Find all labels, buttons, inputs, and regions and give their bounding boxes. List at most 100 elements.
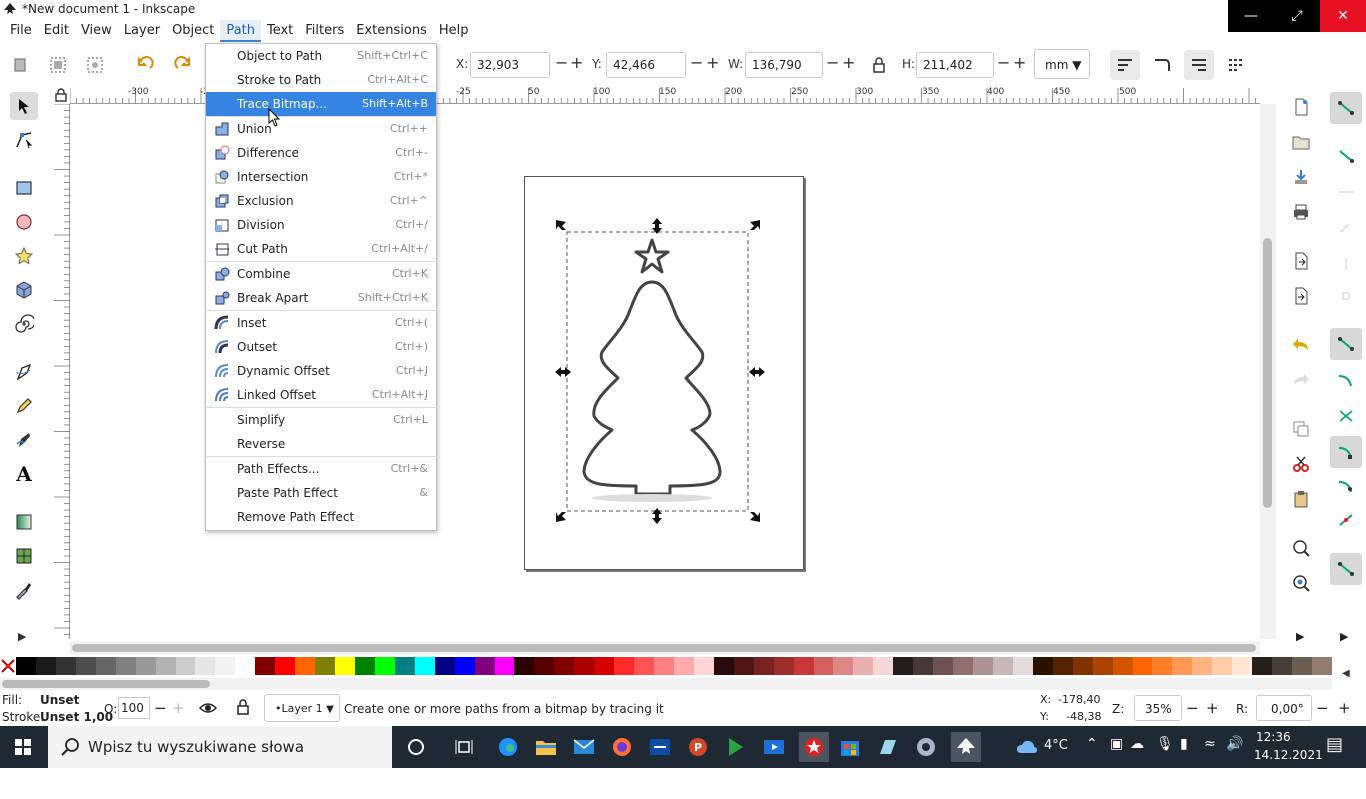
handle-bottom-left[interactable]	[556, 512, 566, 522]
color-swatch[interactable]	[75, 657, 96, 675]
color-swatch[interactable]	[474, 657, 495, 675]
path-menu-item[interactable]: Dynamic Offset Ctrl+J	[206, 359, 436, 383]
w-increment[interactable]: +	[842, 53, 855, 72]
color-swatch[interactable]	[1272, 657, 1292, 675]
close-button[interactable]: ✕	[1320, 0, 1366, 32]
app-green-icon[interactable]	[723, 734, 749, 760]
pencil-tool-icon[interactable]	[10, 392, 38, 420]
christmas-tree-drawing[interactable]	[540, 210, 780, 530]
handle-left[interactable]	[555, 367, 571, 377]
y-decrement[interactable]: −	[690, 53, 703, 72]
menu-edit[interactable]: Edit	[38, 20, 75, 42]
path-menu-item[interactable]: Inset Ctrl+(	[206, 311, 436, 335]
toolbox-more-icon[interactable]: ▶	[18, 630, 26, 643]
menu-object[interactable]: Object	[166, 20, 220, 42]
spiral-tool-icon[interactable]	[10, 310, 38, 338]
color-swatch[interactable]	[1012, 657, 1033, 675]
horizontal-scrollbar[interactable]	[70, 641, 1260, 655]
scale-corners-toggle-icon[interactable]	[1147, 50, 1177, 80]
x-field[interactable]: 32,903	[470, 52, 550, 78]
volume-icon[interactable]: 🔊	[1226, 736, 1243, 752]
snap-bbox-edge-icon[interactable]	[1330, 176, 1362, 208]
color-swatch[interactable]	[953, 657, 973, 675]
notifications-icon[interactable]: ▤	[1326, 734, 1343, 755]
meet-now-icon[interactable]: ▣	[1110, 736, 1123, 752]
palette-menu-icon[interactable]: ◀	[1342, 668, 1350, 679]
color-swatch[interactable]	[893, 657, 914, 675]
save-icon[interactable]	[1288, 164, 1314, 190]
path-menu-item[interactable]: Division Ctrl+/	[206, 213, 436, 237]
file-explorer-icon[interactable]	[533, 734, 559, 760]
color-swatch[interactable]	[594, 657, 615, 675]
calligraphy-tool-icon[interactable]	[10, 426, 38, 454]
h-decrement[interactable]: −	[997, 53, 1010, 72]
lock-guides-icon[interactable]	[52, 86, 70, 104]
windows-start-icon[interactable]	[10, 734, 36, 760]
text-tool-icon[interactable]: A	[10, 460, 38, 488]
app-blue-icon[interactable]	[647, 734, 673, 760]
vertical-scrollbar[interactable]	[1260, 104, 1276, 639]
snap-smooth-nodes-icon[interactable]	[1330, 470, 1362, 502]
color-swatch[interactable]	[115, 657, 136, 675]
zoom-out-button[interactable]: −	[1186, 699, 1199, 717]
y-increment[interactable]: +	[706, 53, 719, 72]
color-swatch[interactable]	[454, 657, 475, 675]
layer-select[interactable]: •Layer 1 ▼	[264, 694, 340, 722]
zoom-in-button[interactable]: +	[1206, 699, 1219, 717]
color-swatch[interactable]	[673, 657, 694, 675]
color-swatch[interactable]	[554, 657, 575, 675]
snap-bbox-corner-icon[interactable]	[1330, 212, 1362, 244]
menu-path[interactable]: Path	[220, 20, 261, 42]
zoom-selection-icon[interactable]	[1288, 535, 1314, 561]
layer-lock-icon[interactable]	[236, 699, 254, 719]
color-swatch[interactable]	[235, 657, 256, 675]
handle-right[interactable]	[749, 367, 765, 377]
app-teal-icon[interactable]	[875, 734, 901, 760]
select-all-icon[interactable]	[9, 54, 31, 76]
color-swatch[interactable]	[175, 657, 196, 675]
path-menu-item[interactable]: Object to Path Shift+Ctrl+C	[206, 44, 436, 68]
store-icon[interactable]	[837, 734, 863, 760]
color-swatch[interactable]	[873, 657, 894, 675]
wifi-icon[interactable]: ≈	[1204, 736, 1216, 752]
color-swatch[interactable]	[713, 657, 734, 675]
snap-bbox-midpoint-icon[interactable]	[1330, 248, 1362, 280]
transform-gradients-toggle-icon[interactable]	[1184, 50, 1214, 80]
tray-expand-icon[interactable]: ⌃	[1086, 736, 1098, 752]
color-swatch[interactable]	[534, 657, 555, 675]
onedrive-icon[interactable]: ☁	[1130, 736, 1144, 752]
commands-more-icon[interactable]: ▶	[1296, 630, 1304, 643]
palette-scrollbar[interactable]	[0, 678, 1332, 690]
restore-button[interactable]: ⤢	[1274, 0, 1320, 32]
powerpoint-icon[interactable]: P	[685, 734, 711, 760]
color-swatch[interactable]	[315, 657, 335, 675]
path-menu-item[interactable]: Simplify Ctrl+L	[206, 408, 436, 432]
color-swatch[interactable]	[1032, 657, 1053, 675]
path-menu-item[interactable]: Path Effects... Ctrl+&	[206, 457, 436, 481]
firefox-icon[interactable]	[609, 734, 635, 760]
snap-bbox-center-icon[interactable]	[1330, 280, 1362, 312]
ellipse-tool-icon[interactable]	[10, 208, 38, 236]
menu-layer[interactable]: Layer	[118, 20, 166, 42]
color-swatch[interactable]	[16, 657, 36, 675]
app-settings-icon[interactable]	[913, 734, 939, 760]
clock-time[interactable]: 12:36	[1256, 730, 1291, 744]
path-menu-item[interactable]: Break Apart Shift+Ctrl+K	[206, 286, 436, 310]
rotate-decrement[interactable]: −	[1316, 699, 1329, 717]
color-swatch[interactable]	[853, 657, 874, 675]
path-menu-item[interactable]: Union Ctrl++	[206, 117, 436, 141]
menu-extensions[interactable]: Extensions	[350, 20, 433, 42]
color-swatch[interactable]	[833, 657, 854, 675]
path-menu-item[interactable]: Reverse	[206, 432, 436, 456]
path-menu-item[interactable]: Remove Path Effect	[206, 505, 436, 529]
handle-bottom-right[interactable]	[750, 512, 760, 522]
color-swatch[interactable]	[1052, 657, 1073, 675]
scale-stroke-toggle-icon[interactable]	[1110, 50, 1140, 80]
duplicate-icon[interactable]	[1288, 416, 1314, 442]
inkscape-taskbar-icon[interactable]	[951, 732, 981, 762]
snap-bbox-icon[interactable]	[1330, 140, 1362, 172]
microphone-icon[interactable]: 🎙	[1156, 736, 1174, 752]
menu-text[interactable]: Text	[261, 20, 299, 42]
color-swatch[interactable]	[1292, 657, 1312, 675]
stroke-value[interactable]: Unset 1,00	[40, 710, 113, 724]
